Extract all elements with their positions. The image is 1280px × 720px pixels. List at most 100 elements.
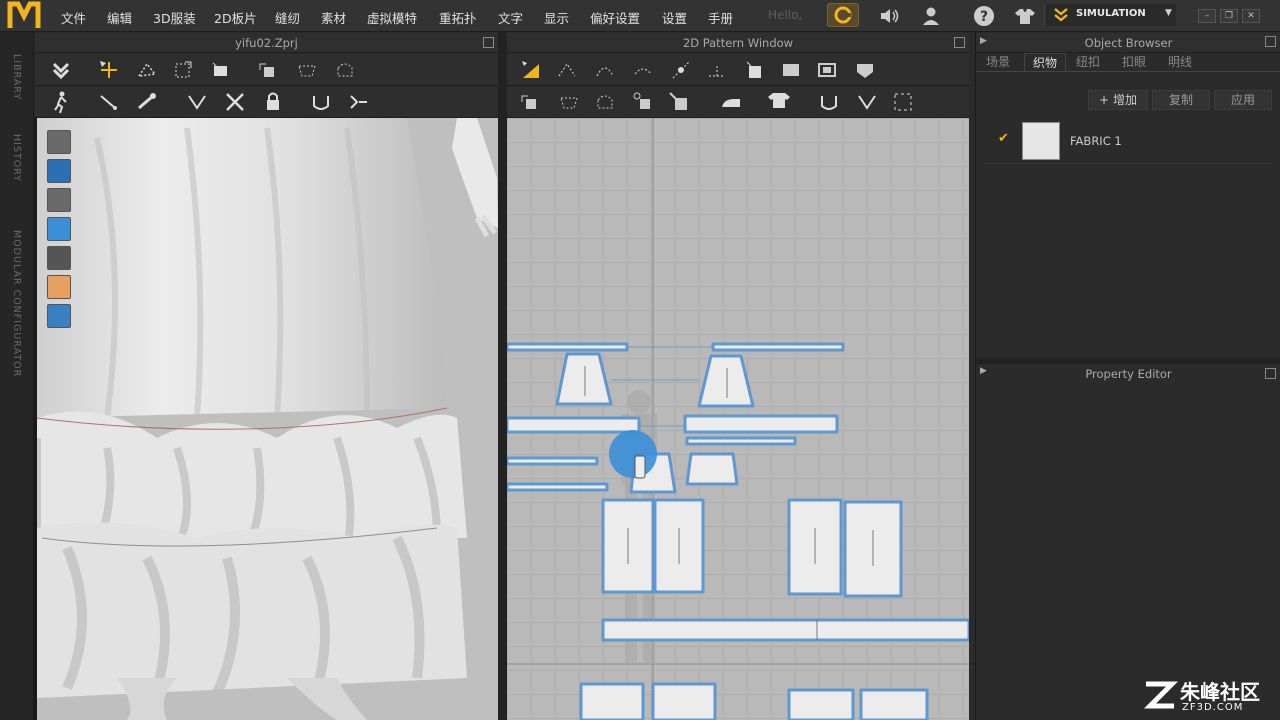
fabric-name: FABRIC 1 — [1070, 134, 1122, 148]
show-shadow-icon[interactable] — [47, 246, 71, 270]
sewing-3d-icon[interactable] — [309, 90, 333, 114]
show-avatar-icon[interactable] — [47, 188, 71, 212]
menu-edit[interactable]: 编辑 — [107, 8, 132, 27]
menu-2d-pattern[interactable]: 2D板片 — [214, 8, 257, 27]
cut-pattern-icon[interactable] — [667, 90, 691, 114]
avatar-pose-icon[interactable] — [49, 90, 73, 114]
copy-fabric-button[interactable]: 复制 — [1152, 90, 1210, 110]
tab-fabric[interactable]: 织物 — [1024, 53, 1067, 71]
cut-icon[interactable] — [223, 90, 247, 114]
property-editor-title: Property Editor — [1085, 367, 1172, 381]
arrangement-icon[interactable] — [209, 58, 233, 82]
restore-button[interactable]: ❐ — [1220, 9, 1238, 23]
tack-icon[interactable] — [333, 58, 357, 82]
toolbar-3d-row1 — [35, 54, 498, 86]
menu-manual[interactable]: 手册 — [708, 8, 733, 27]
tab-topstitch[interactable]: 明线 — [1160, 53, 1200, 71]
apply-label: 应用 — [1230, 93, 1255, 107]
show-garment-icon[interactable] — [47, 130, 71, 154]
symmetry-icon[interactable] — [557, 90, 581, 114]
menu-preferences[interactable]: 偏好设置 — [590, 8, 640, 27]
fold-arrange-icon[interactable] — [185, 90, 209, 114]
check-seam-icon[interactable] — [347, 90, 371, 114]
user-button[interactable] — [918, 4, 944, 28]
unfold-icon[interactable] — [593, 90, 617, 114]
sew-segment-icon[interactable] — [767, 90, 791, 114]
tab-buttonhole[interactable]: 扣眼 — [1114, 53, 1154, 71]
edit-point-icon[interactable] — [555, 58, 579, 82]
speaker-icon — [881, 9, 899, 23]
menu-retopology[interactable]: 重拓扑 — [439, 8, 477, 27]
garment-button[interactable] — [1012, 4, 1038, 28]
free-sew-icon[interactable] — [817, 90, 841, 114]
viewport-3d[interactable] — [37, 118, 498, 720]
pattern-window[interactable] — [507, 118, 969, 720]
panel-3d-title: yifu02.Zprj — [35, 33, 498, 53]
segment-icon[interactable] — [705, 58, 729, 82]
close-button[interactable]: ✕ — [1242, 9, 1260, 23]
tab-button[interactable]: 纽扣 — [1068, 53, 1108, 71]
menu-avatar[interactable]: 虚拟模特 — [367, 8, 417, 27]
add-point-icon[interactable] — [669, 58, 693, 82]
maximize-icon[interactable] — [954, 37, 965, 48]
menu-text[interactable]: 文字 — [498, 8, 523, 27]
panel-divider[interactable] — [498, 32, 507, 720]
check-sew-icon[interactable] — [891, 90, 915, 114]
polygon-icon[interactable] — [743, 58, 767, 82]
curve-point-icon[interactable] — [631, 58, 655, 82]
pin-icon[interactable] — [97, 90, 121, 114]
select-mesh-icon[interactable] — [135, 58, 159, 82]
plus-icon: + — [1099, 93, 1110, 107]
menu-settings[interactable]: 设置 — [662, 8, 687, 27]
app-logo-icon — [7, 1, 41, 28]
maximize-icon[interactable] — [1265, 36, 1276, 47]
tape-icon[interactable] — [135, 90, 159, 114]
fold-icon[interactable] — [295, 58, 319, 82]
simulate-down-icon[interactable] — [49, 58, 73, 82]
iron-icon[interactable] — [719, 90, 743, 114]
side-tab-library[interactable]: LIBRARY — [11, 54, 22, 100]
show-stress-icon[interactable] — [47, 159, 71, 183]
simulation-control[interactable]: SIMULATION ▼ — [1044, 4, 1176, 26]
maximize-icon[interactable] — [483, 37, 494, 48]
cloud-icon — [834, 6, 852, 24]
add-fabric-button[interactable]: + 增加 — [1088, 90, 1148, 110]
pattern-canvas — [507, 118, 969, 720]
show-skin-icon[interactable] — [47, 275, 71, 299]
fabric-list-item[interactable]: ✔ FABRIC 1 — [984, 118, 1272, 162]
garment-render — [37, 118, 498, 720]
chevron-down-icon[interactable]: ▼ — [1165, 8, 1172, 18]
object-browser-title: Object Browser — [976, 33, 1280, 53]
tab-scene[interactable]: 场景 — [978, 53, 1018, 71]
toolbar-3d-row2 — [35, 86, 498, 118]
dart-icon[interactable] — [853, 58, 877, 82]
lock-icon[interactable] — [261, 90, 285, 114]
m-n-sew-icon[interactable] — [855, 90, 879, 114]
menu-file[interactable]: 文件 — [61, 8, 86, 27]
minimize-button[interactable]: – — [1198, 9, 1216, 23]
edit-curve-icon[interactable] — [593, 58, 617, 82]
menu-sewing[interactable]: 缝纫 — [275, 8, 300, 27]
apply-fabric-button[interactable]: 应用 — [1214, 90, 1272, 110]
add-label: 增加 — [1112, 93, 1137, 107]
help-button[interactable]: ? — [971, 4, 997, 28]
menu-materials[interactable]: 素材 — [321, 8, 346, 27]
select-pattern-icon[interactable] — [519, 58, 543, 82]
reset-2d-icon[interactable] — [257, 58, 281, 82]
menu-3d-garment[interactable]: 3D服装 — [153, 8, 196, 27]
volume-button[interactable] — [876, 4, 902, 28]
maximize-icon[interactable] — [1265, 368, 1276, 379]
menu-display[interactable]: 显示 — [544, 8, 569, 27]
collapse-arrow-icon[interactable]: ▶ — [980, 36, 987, 46]
show-texture-icon[interactable] — [47, 217, 71, 241]
side-tab-history[interactable]: HISTORY — [11, 134, 22, 182]
select-move-icon[interactable] — [97, 58, 121, 82]
side-tab-modular-configurator[interactable]: MODULAR CONFIGURATOR — [11, 230, 22, 377]
trace-icon[interactable] — [631, 90, 655, 114]
rectangle-icon[interactable] — [779, 58, 803, 82]
transform-icon[interactable] — [171, 58, 195, 82]
cloud-button[interactable] — [827, 3, 859, 27]
internal-rect-icon[interactable] — [815, 58, 839, 82]
pattern-transform-icon[interactable] — [519, 90, 543, 114]
show-environment-icon[interactable] — [47, 304, 71, 328]
